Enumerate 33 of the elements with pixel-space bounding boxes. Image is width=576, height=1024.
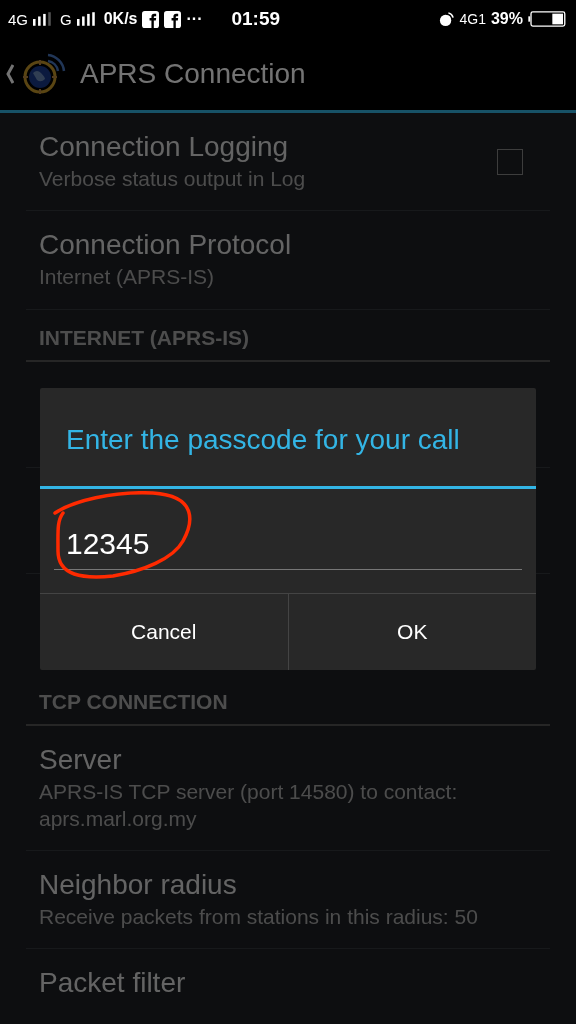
network-type: G bbox=[60, 10, 72, 28]
network-type: 4G bbox=[8, 10, 28, 28]
preference-title: Server bbox=[39, 743, 123, 776]
checkbox[interactable] bbox=[497, 148, 523, 175]
clock: 01:59 bbox=[231, 8, 281, 30]
facebook-icon bbox=[142, 10, 160, 28]
battery-icon bbox=[528, 11, 566, 27]
facebook-icon bbox=[164, 10, 182, 28]
preference-title: Connection Protocol bbox=[39, 229, 293, 262]
preference-summary: APRS-IS TCP server (port 14580) to contact: aprs.marl.org.my bbox=[39, 778, 459, 832]
preference-item[interactable]: Connection Logging Verbose status output in Log bbox=[26, 113, 550, 212]
preference-title: Packet filter bbox=[39, 967, 187, 1000]
preference-title: Neighbor radius bbox=[39, 869, 238, 902]
preference-title: Connection Logging bbox=[39, 131, 290, 163]
preference-summary: Verbose status output in Log bbox=[39, 166, 307, 192]
preference-summary: Internet (APRS-IS) bbox=[39, 264, 216, 291]
dialog-button[interactable]: OK bbox=[287, 594, 536, 670]
back-caret-icon[interactable] bbox=[6, 64, 14, 84]
preference-item[interactable]: Neighbor radius Receive packets from stations in this radius: 50 bbox=[26, 851, 550, 950]
preference-item[interactable]: Connection Protocol Internet (APRS-IS) bbox=[26, 211, 550, 310]
network-speed: 0K/s bbox=[103, 10, 138, 28]
dialog-title: Enter the passcode for your call bbox=[65, 423, 461, 457]
screen-title: APRS Connection bbox=[80, 58, 306, 90]
preference-item[interactable]: Server APRS-IS TCP server (port 14580) to contact: aprs.marl.org.my bbox=[26, 725, 550, 852]
network-type: 4G1 bbox=[459, 11, 486, 27]
more-notifications: ··· bbox=[186, 10, 203, 28]
battery-percent: 39% bbox=[490, 10, 523, 28]
section-header: INTERNET (APRS-IS) bbox=[26, 309, 550, 362]
passcode-field[interactable]: 12345 bbox=[54, 512, 522, 570]
preference-item[interactable]: Packet filter bbox=[26, 949, 550, 1018]
section-header: TCP CONNECTION bbox=[26, 673, 550, 726]
preference-summary: Receive packets from stations in this radius: 50 bbox=[39, 904, 479, 931]
dialog-button[interactable]: Cancel bbox=[40, 594, 288, 670]
